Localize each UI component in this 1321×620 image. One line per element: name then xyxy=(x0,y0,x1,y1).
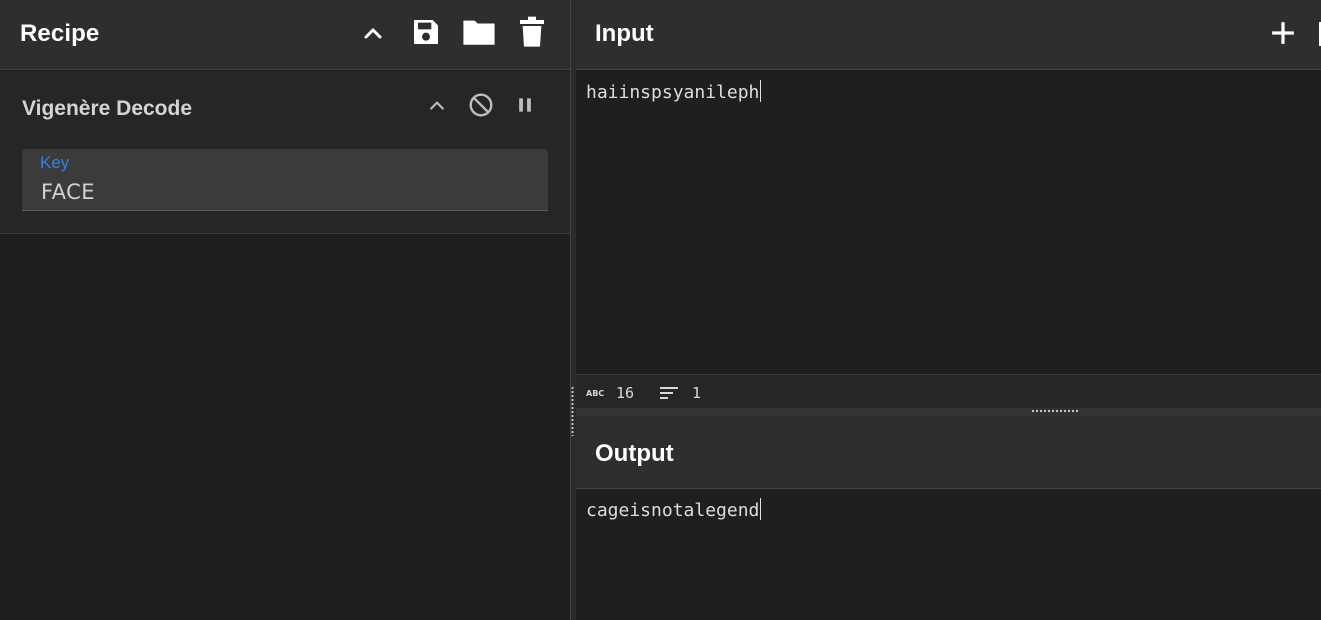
lines-indicator: 1 xyxy=(660,384,701,402)
operation-vigenere-decode[interactable]: Vigenère Decode Key xyxy=(0,71,570,234)
recipe-header: Recipe xyxy=(0,0,570,70)
recipe-pane: Recipe Vigenère Decode Key FACE xyxy=(0,0,570,620)
input-textarea[interactable]: haiinspsyanileph xyxy=(586,80,762,103)
length-indicator: ABC 16 xyxy=(586,384,634,402)
abc-icon: ABC xyxy=(586,389,604,398)
load-recipe-button[interactable] xyxy=(462,15,496,49)
output-textarea[interactable]: cageisnotalegend xyxy=(586,498,762,521)
recipe-title: Recipe xyxy=(20,20,100,47)
clear-recipe-button[interactable] xyxy=(515,15,549,49)
svg-text:ABC: ABC xyxy=(586,389,604,398)
input-header: Input xyxy=(576,0,1321,70)
io-pane: Input haiinspsyanileph ABC 16 1 Output c… xyxy=(576,0,1321,620)
resize-handle-horizontal[interactable] xyxy=(1031,409,1079,413)
operation-title: Vigenère Decode xyxy=(22,97,193,120)
trash-icon xyxy=(520,16,544,47)
key-field[interactable]: Key xyxy=(22,149,548,211)
chevron-up-icon xyxy=(364,28,382,39)
lines-value: 1 xyxy=(692,384,702,402)
pause-icon xyxy=(519,98,531,112)
output-header: Output xyxy=(576,416,1321,489)
output-caret xyxy=(760,498,762,520)
key-input[interactable] xyxy=(41,180,521,204)
save-icon xyxy=(414,20,438,44)
resize-handle-vertical[interactable] xyxy=(571,386,574,436)
collapse-operation-button[interactable] xyxy=(422,91,452,121)
input-caret xyxy=(760,80,762,102)
disable-operation-button[interactable] xyxy=(466,90,496,120)
folder-icon xyxy=(463,20,495,45)
chevron-up-icon xyxy=(430,101,444,110)
length-value: 16 xyxy=(616,384,635,402)
breakpoint-operation-button[interactable] xyxy=(510,90,540,120)
input-text: haiinspsyanileph xyxy=(586,82,760,103)
collapse-all-button[interactable] xyxy=(356,17,390,51)
output-text: cageisnotalegend xyxy=(586,500,760,521)
input-title: Input xyxy=(595,20,654,47)
lines-icon xyxy=(660,387,678,399)
plus-icon xyxy=(1272,22,1294,44)
io-divider[interactable] xyxy=(576,408,1321,416)
add-input-button[interactable] xyxy=(1266,16,1300,50)
output-title: Output xyxy=(595,440,674,467)
save-recipe-button[interactable] xyxy=(409,15,443,49)
disable-icon xyxy=(469,93,493,117)
key-label: Key xyxy=(40,153,70,172)
input-status-bar: ABC 16 1 xyxy=(576,374,1321,408)
